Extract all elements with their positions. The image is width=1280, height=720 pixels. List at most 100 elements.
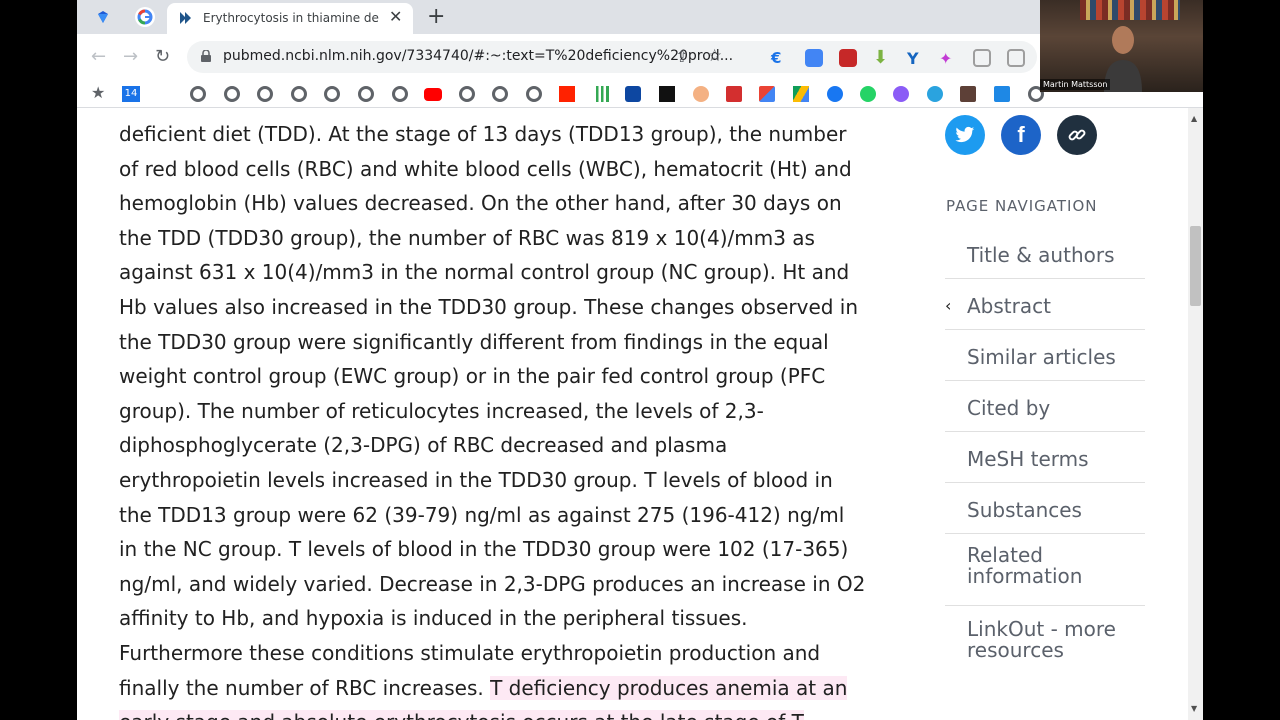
link-icon: [1068, 129, 1086, 141]
twitter-share-button[interactable]: [945, 115, 985, 155]
page-navigation-title: PAGE NAVIGATION: [946, 197, 1098, 215]
nav-item-label: Similar articles: [967, 345, 1116, 369]
globe-bookmark-icon[interactable]: [392, 86, 408, 102]
red-banner-bookmark-icon[interactable]: [726, 86, 742, 102]
google-tab-icon[interactable]: [135, 7, 155, 27]
tab-active[interactable]: Erythrocytosis in thiamine defic ✕: [167, 3, 413, 34]
nav-item-label: Cited by: [967, 396, 1051, 420]
abstract-line: Furthermore these conditions stimulate e…: [119, 640, 821, 665]
red-square-bookmark-icon[interactable]: [559, 86, 575, 102]
abstract-line: early stage and absolute erythrocytosis …: [119, 705, 889, 720]
abstract-line: erythropoietin levels increased in the T…: [119, 467, 833, 492]
translate-extension-icon[interactable]: [805, 49, 823, 67]
globe-bookmark-icon[interactable]: [526, 86, 542, 102]
nav-item-linkout[interactable]: LinkOut - more resources: [945, 606, 1145, 678]
re-bookmark-icon[interactable]: [659, 86, 675, 102]
abstract-line: finally the number of RBC increases. T d…: [119, 671, 889, 706]
globe-bookmark-icon[interactable]: [459, 86, 475, 102]
abstract-line: weight control group (EWC group) or in t…: [119, 364, 826, 389]
shield-extension-icon[interactable]: [839, 49, 857, 67]
abstract-line: group). The number of reticulocytes incr…: [119, 398, 764, 423]
highlighted-text: T deficiency produces anemia at an: [490, 675, 848, 700]
abstract-plain-text: finally the number of RBC increases.: [119, 675, 491, 700]
calendar-bookmark-icon[interactable]: 14: [122, 86, 140, 102]
blue-bookmark-icon[interactable]: [625, 86, 641, 102]
back-icon[interactable]: ←: [91, 46, 106, 67]
nav-item-label: Substances: [967, 498, 1082, 522]
globe-bookmark-icon[interactable]: [257, 86, 273, 102]
nav-item-substances[interactable]: Substances: [945, 483, 1145, 534]
abstract-line: ng/ml, and widely varied. Decrease in 2,…: [119, 571, 866, 596]
nav-item-related-information[interactable]: Related information: [945, 534, 1145, 606]
globe-bookmark-icon[interactable]: [492, 86, 508, 102]
v-extension-icon[interactable]: Y: [907, 49, 925, 68]
abstract-text: deficient diet (TDD). At the stage of 13…: [119, 117, 889, 720]
page-navigation: Title & authors ‹ Abstract Similar artic…: [945, 228, 1145, 678]
puzzle-extension-icon[interactable]: ✦: [939, 49, 957, 68]
abstract-line: Hb values also increased in the TDD30 gr…: [119, 294, 859, 319]
nav-item-label: LinkOut - more resources: [967, 617, 1116, 662]
tab-title: Erythrocytosis in thiamine defic: [203, 11, 379, 25]
share-icon[interactable]: ⇪: [675, 47, 688, 66]
globe-bookmark-icon[interactable]: [358, 86, 374, 102]
nav-item-label: Abstract: [967, 294, 1051, 318]
globe-bookmark-icon[interactable]: [190, 86, 206, 102]
browser-window: Erythrocytosis in thiamine defic ✕ + ← →…: [77, 0, 1203, 720]
facebook-share-button[interactable]: f: [1001, 115, 1041, 155]
globe-bookmark-icon[interactable]: [324, 86, 340, 102]
abstract-line: in the NC group. T levels of blood in th…: [119, 537, 849, 562]
forward-icon[interactable]: →: [123, 46, 138, 67]
star-icon[interactable]: ★: [91, 83, 105, 102]
page-content: deficient diet (TDD). At the stage of 13…: [77, 108, 1203, 720]
abstract-line: against 631 x 10(4)/mm3 in the normal co…: [119, 260, 850, 285]
abstract-line: of red blood cells (RBC) and white blood…: [119, 156, 852, 181]
highlighted-text: early stage and absolute erythrocytosis …: [119, 710, 804, 720]
scrollbar-thumb[interactable]: [1190, 226, 1201, 306]
nav-item-title-authors[interactable]: Title & authors: [945, 228, 1145, 279]
notes-extension-icon[interactable]: [973, 49, 991, 67]
nav-item-abstract[interactable]: ‹ Abstract: [945, 279, 1145, 330]
orange-bookmark-icon[interactable]: [693, 86, 709, 102]
telegram-bookmark-icon[interactable]: [927, 86, 943, 102]
globe-bookmark-icon[interactable]: [224, 86, 240, 102]
abstract-line: diphosphoglycerate (2,3-DPG) of RBC decr…: [119, 433, 728, 458]
nav-item-cited-by[interactable]: Cited by: [945, 381, 1145, 432]
pubmed-favicon-icon: [180, 12, 191, 24]
globe-bookmark-icon[interactable]: [291, 86, 307, 102]
nav-item-similar-articles[interactable]: Similar articles: [945, 330, 1145, 381]
abstract-line: the TDD30 group were significantly diffe…: [119, 329, 829, 354]
gmail-bookmark-icon[interactable]: [759, 86, 775, 102]
reload-icon[interactable]: ↻: [155, 46, 170, 67]
abstract-line: hemoglobin (Hb) values decreased. On the…: [119, 191, 842, 216]
euro-extension-icon[interactable]: €: [771, 49, 789, 67]
bookmark-star-icon[interactable]: ☆: [707, 46, 722, 66]
new-tab-icon[interactable]: +: [427, 4, 445, 29]
facebook-bookmark-icon[interactable]: [827, 86, 843, 102]
whatsapp-bookmark-icon[interactable]: [860, 86, 876, 102]
scroll-down-icon[interactable]: ▼: [1191, 704, 1197, 713]
toolbar: ← → ↻ pubmed.ncbi.nlm.nih.gov/7334740/#:…: [77, 34, 1203, 80]
youtube-bookmark-icon[interactable]: [424, 88, 442, 101]
scroll-up-icon[interactable]: ▲: [1191, 114, 1197, 123]
nav-item-mesh-terms[interactable]: MeSH terms: [945, 432, 1145, 483]
abstract-line: the TDD (TDD30 group), the number of RBC…: [119, 225, 815, 250]
download-extension-icon[interactable]: ⬇: [873, 49, 891, 67]
scrollbar[interactable]: ▲ ▼: [1188, 108, 1203, 720]
chart-bookmark-icon[interactable]: [593, 86, 609, 102]
chevron-left-icon: ‹: [945, 296, 952, 315]
close-tab-icon[interactable]: ✕: [389, 7, 402, 26]
messenger-bookmark-icon[interactable]: [893, 86, 909, 102]
twitter-icon: [955, 126, 975, 143]
url-text: pubmed.ncbi.nlm.nih.gov/7334740/#:~:text…: [223, 48, 734, 64]
window-extension-icon[interactable]: [1007, 49, 1025, 67]
bookmarks-bar: ★ 14: [77, 80, 1203, 108]
tab-strip: Erythrocytosis in thiamine defic ✕ +: [77, 0, 1203, 34]
copy-link-button[interactable]: [1057, 115, 1097, 155]
gem-tab-icon[interactable]: [93, 7, 113, 27]
tdf-bookmark-icon[interactable]: [994, 86, 1010, 102]
presenter-name: Martin Mattsson: [1040, 79, 1111, 90]
nav-item-label: Related information: [967, 543, 1083, 588]
k-bookmark-icon[interactable]: [960, 86, 976, 102]
lock-icon: [201, 50, 211, 62]
drive-bookmark-icon[interactable]: [793, 86, 809, 102]
